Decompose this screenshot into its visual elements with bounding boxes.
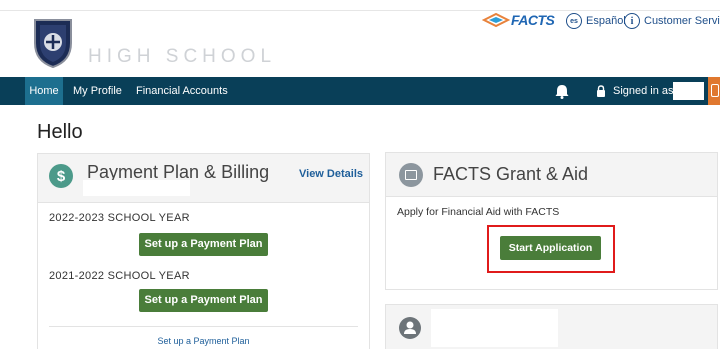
nav-home[interactable]: Home	[25, 77, 63, 105]
customer-service-link[interactable]: i Customer Service	[624, 13, 720, 29]
lock-icon	[597, 85, 605, 97]
language-label: Español	[586, 15, 626, 27]
language-toggle[interactable]: es Español	[566, 13, 626, 29]
person-icon	[399, 317, 421, 339]
page-title: Hello	[37, 121, 83, 143]
nav-my-profile[interactable]: My Profile	[73, 77, 122, 105]
payment-plan-card: $ Payment Plan & Billing View Details 20…	[37, 153, 370, 349]
main-nav: Home My Profile Financial Accounts Signe…	[0, 77, 720, 105]
setup-payment-plan-link[interactable]: Set up a Payment Plan	[38, 336, 369, 346]
grant-aid-title: FACTS Grant & Aid	[433, 164, 589, 184]
nav-financial-accounts[interactable]: Financial Accounts	[136, 77, 228, 105]
view-details-link[interactable]: View Details	[299, 168, 363, 180]
grant-document-icon	[399, 163, 423, 187]
header-divider	[0, 10, 720, 11]
shield-icon	[34, 19, 72, 69]
redacted-profile-name	[431, 309, 558, 347]
facts-logo-icon	[482, 12, 510, 28]
start-application-button[interactable]: Start Application	[500, 236, 601, 260]
school-year-label: 2021-2022 SCHOOL YEAR	[49, 270, 190, 282]
facts-brand-text: FACTS	[511, 12, 555, 28]
grant-aid-card: FACTS Grant & Aid Apply for Financial Ai…	[385, 152, 718, 290]
facts-logo[interactable]: FACTS	[482, 12, 555, 28]
logout-icon	[711, 84, 719, 97]
grant-aid-card-header: FACTS Grant & Aid	[386, 153, 717, 197]
school-year-label: 2022-2023 SCHOOL YEAR	[49, 212, 190, 224]
logout-button[interactable]	[708, 77, 720, 105]
setup-payment-plan-button[interactable]: Set up a Payment Plan	[139, 289, 268, 312]
signed-in-label: Signed in as	[613, 85, 674, 97]
setup-payment-plan-button[interactable]: Set up a Payment Plan	[139, 233, 268, 256]
redacted-account-name	[83, 180, 190, 196]
profile-card-header	[386, 305, 717, 349]
bell-icon[interactable]	[555, 84, 569, 99]
customer-service-label: Customer Service	[644, 15, 720, 27]
signed-in-user[interactable]	[673, 82, 704, 100]
financial-aid-description: Apply for Financial Aid with FACTS	[397, 206, 560, 218]
school-name: HIGH SCHOOL	[88, 46, 277, 67]
profile-card	[385, 304, 718, 349]
info-icon: i	[624, 13, 640, 29]
language-icon: es	[566, 13, 582, 29]
person-silhouette-icon	[404, 321, 416, 334]
dollar-icon: $	[49, 164, 73, 188]
card-divider	[49, 326, 358, 327]
payment-plan-card-header: $ Payment Plan & Billing View Details	[38, 154, 369, 203]
